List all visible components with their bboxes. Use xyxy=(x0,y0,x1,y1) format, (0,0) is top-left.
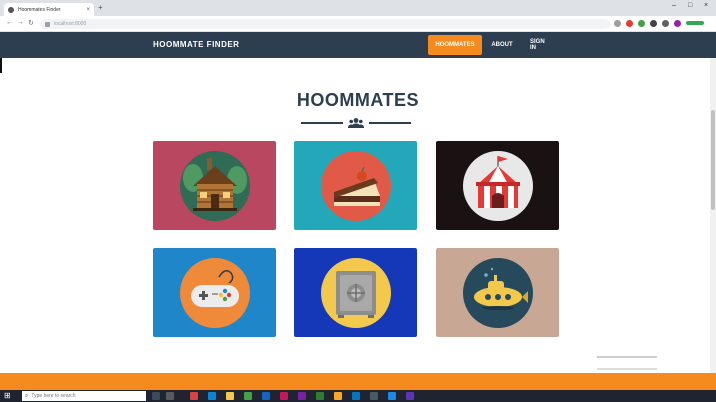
hoommate-card-safe[interactable] xyxy=(294,248,417,337)
submarine-icon xyxy=(462,257,533,328)
task-view-icon[interactable] xyxy=(152,392,160,400)
footer-note-line xyxy=(597,368,657,370)
game-controller-icon xyxy=(179,257,250,328)
taskbar-app-icon[interactable] xyxy=(280,392,288,400)
bookmark-icon[interactable] xyxy=(614,20,621,27)
hoommate-card-game-controller[interactable] xyxy=(153,248,276,337)
taskbar-app-icon[interactable] xyxy=(334,392,342,400)
new-tab-button[interactable]: + xyxy=(98,3,103,13)
nav-link-about[interactable]: ABOUT xyxy=(486,35,518,55)
minimize-button[interactable]: – xyxy=(672,2,676,9)
extensions-puzzle-icon[interactable] xyxy=(662,20,669,27)
users-icon xyxy=(348,118,364,128)
edge-browser-icon[interactable] xyxy=(208,392,216,400)
taskbar-app-icon[interactable] xyxy=(166,392,174,400)
site-info-icon[interactable] xyxy=(45,21,50,27)
site-footer xyxy=(0,373,716,390)
tab-close-icon[interactable]: × xyxy=(86,7,90,13)
maximize-button[interactable]: □ xyxy=(688,2,692,9)
page-title: HOOMMATES xyxy=(296,90,420,110)
back-button[interactable]: ← xyxy=(6,19,13,26)
browser-toolbar: ← → ↻ localhost:8000 xyxy=(0,16,716,32)
hoommate-card-circus-tent[interactable] xyxy=(436,141,559,230)
cake-icon xyxy=(320,150,391,221)
extension-icon[interactable] xyxy=(650,20,657,27)
site-brand[interactable]: HOOMMATE FINDER xyxy=(153,40,239,49)
nav-link-hoommates[interactable]: HOOMMATES xyxy=(428,35,482,55)
extension-icon[interactable] xyxy=(638,20,645,27)
os-taskbar: ⊞ ⌕ Type here to search xyxy=(0,390,716,402)
forward-button[interactable]: → xyxy=(17,19,24,26)
page-edge xyxy=(0,58,2,73)
taskbar-app-icon[interactable] xyxy=(316,392,324,400)
heading-divider xyxy=(301,116,411,130)
browser-tab[interactable]: Hoommates Finder × xyxy=(4,3,94,16)
reload-button[interactable]: ↻ xyxy=(28,19,34,27)
taskbar-app-icon[interactable] xyxy=(298,392,306,400)
profile-avatar-icon[interactable] xyxy=(674,20,681,27)
chrome-browser-icon[interactable] xyxy=(244,392,252,400)
close-window-button[interactable]: × xyxy=(704,2,708,9)
extension-icon[interactable] xyxy=(626,20,633,27)
hoommate-card-submarine[interactable] xyxy=(436,248,559,337)
address-url: localhost:8000 xyxy=(54,21,87,27)
windows-start-icon[interactable]: ⊞ xyxy=(4,392,11,400)
browser-tab-bar: Hoommates Finder × + – □ × xyxy=(0,0,716,16)
footer-note xyxy=(597,356,657,358)
nav-link-sign-in[interactable]: SIGN IN xyxy=(524,35,556,55)
taskbar-app-icon[interactable] xyxy=(406,392,414,400)
hoommate-card-cabin[interactable] xyxy=(153,141,276,230)
taskbar-search-placeholder: Type here to search xyxy=(31,393,76,399)
divider-line xyxy=(301,122,343,124)
search-icon: ⌕ xyxy=(25,392,29,399)
hoommate-card-cake[interactable] xyxy=(294,141,417,230)
safe-icon xyxy=(320,257,391,328)
scrollbar-thumb[interactable] xyxy=(711,110,715,210)
taskbar-app-icon[interactable] xyxy=(190,392,198,400)
taskbar-app-icon[interactable] xyxy=(370,392,378,400)
sync-status-icon[interactable] xyxy=(686,21,704,25)
tab-title: Hoommates Finder xyxy=(18,6,61,13)
address-bar[interactable]: localhost:8000 xyxy=(40,19,610,29)
page-scrollbar[interactable] xyxy=(710,58,716,373)
favicon-icon xyxy=(8,6,14,13)
circus-tent-icon xyxy=(462,150,533,221)
taskbar-search-input[interactable]: ⌕ Type here to search xyxy=(22,391,146,401)
taskbar-app-icon[interactable] xyxy=(262,392,270,400)
file-explorer-icon[interactable] xyxy=(226,392,234,400)
divider-line xyxy=(369,122,411,124)
site-navbar: HOOMMATE FINDER HOOMMATES ABOUT SIGN IN xyxy=(0,32,716,58)
cabin-icon xyxy=(179,150,250,221)
taskbar-app-icon[interactable] xyxy=(388,392,396,400)
taskbar-app-icon[interactable] xyxy=(352,392,360,400)
